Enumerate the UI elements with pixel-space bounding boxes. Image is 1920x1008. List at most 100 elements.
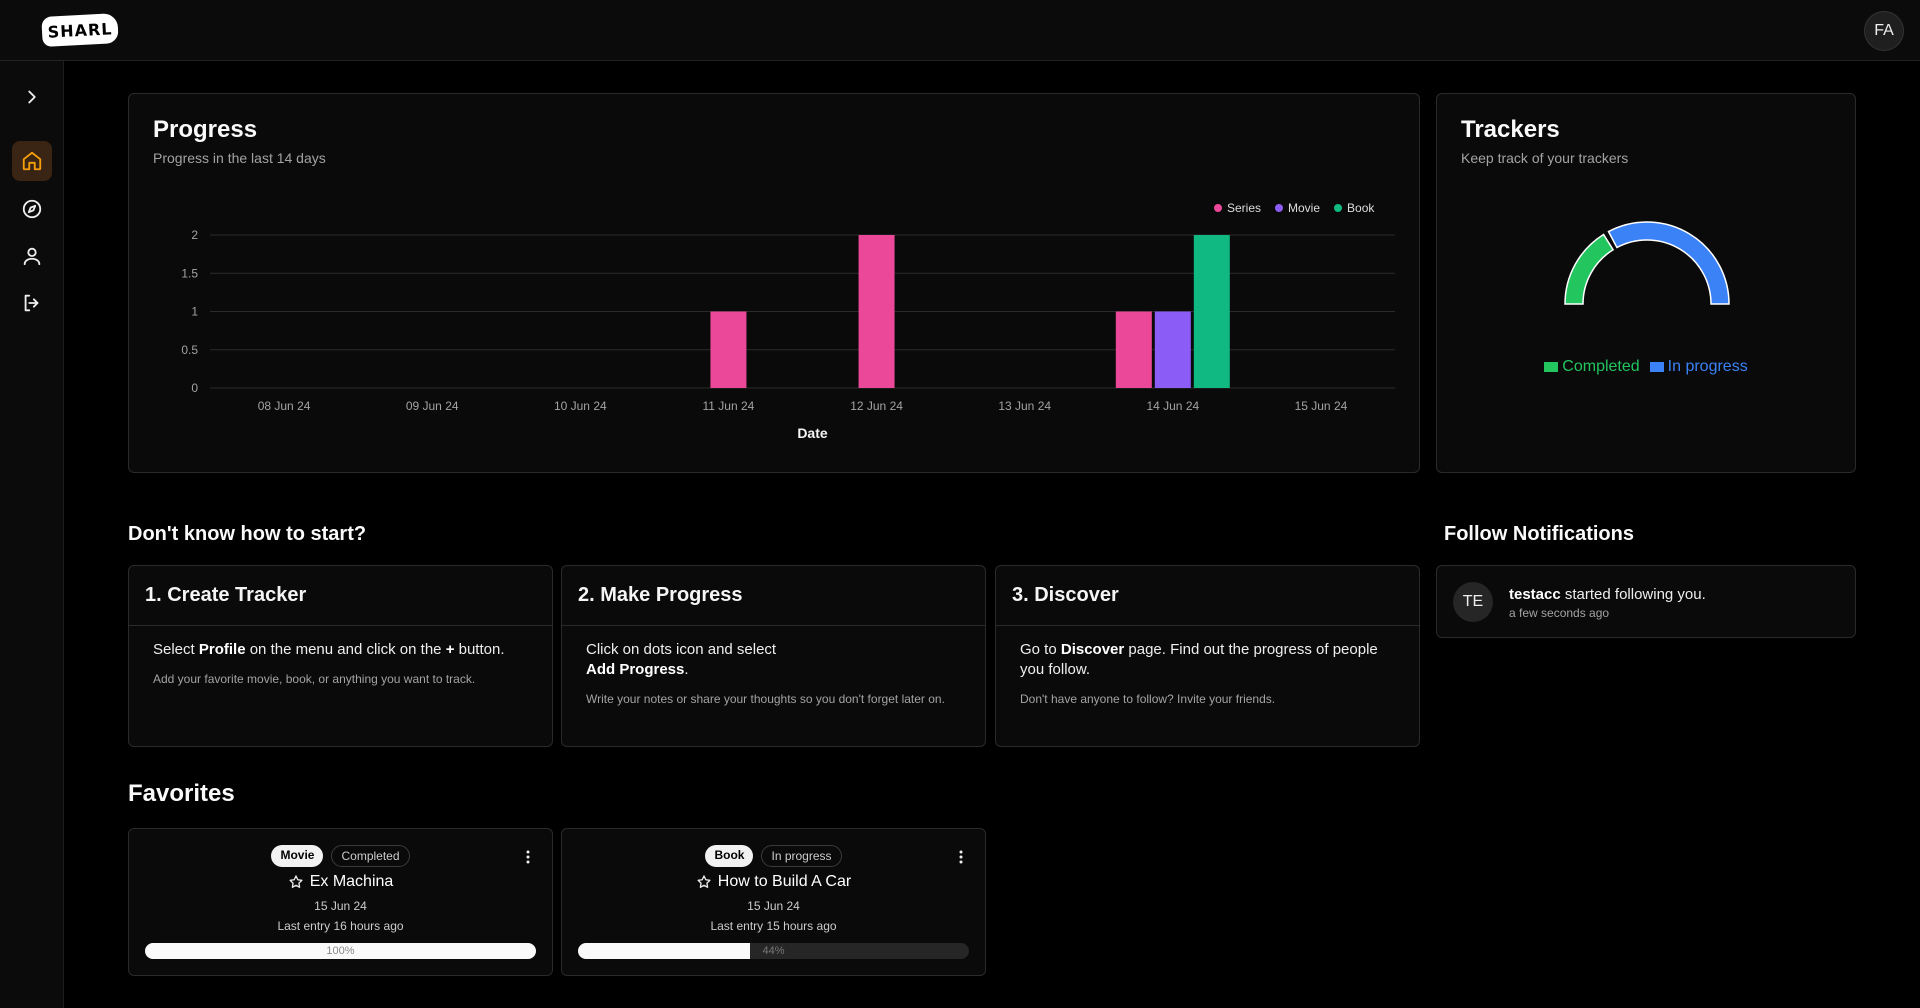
start-heading: Don't know how to start?: [128, 523, 367, 545]
legend-series[interactable]: Series: [1214, 201, 1261, 215]
favorite-badges: Movie Completed: [129, 845, 552, 867]
favorite-date: 15 Jun 24: [747, 899, 800, 913]
favorite-badges: Book In progress: [562, 845, 985, 867]
legend-movie-label: Movie: [1288, 201, 1321, 215]
bar-series-3[interactable]: [710, 311, 747, 389]
user-avatar[interactable]: FA: [1864, 11, 1904, 51]
trackers-legend: Completed In progress: [1437, 358, 1855, 376]
legend-book[interactable]: Book: [1334, 201, 1374, 215]
type-badge: Book: [705, 845, 754, 867]
notification-text: testacc started following you.: [1509, 586, 1706, 603]
step-hint: Add your favorite movie, book, or anythi…: [153, 672, 476, 686]
x-tick-label: 14 Jun 24: [1146, 399, 1199, 413]
more-options-button[interactable]: [953, 849, 969, 865]
step-card-header: 2. Make Progress: [562, 566, 985, 626]
bar-movie-6[interactable]: [1154, 311, 1191, 389]
legend-in-progress[interactable]: In progress: [1649, 358, 1748, 376]
x-tick-label: 15 Jun 24: [1295, 399, 1348, 413]
step-card-header: 1. Create Tracker: [129, 566, 552, 626]
legend-book-label: Book: [1347, 201, 1375, 215]
chevron-right-icon: [28, 90, 36, 104]
favorite-progress-bar: 44%: [578, 943, 969, 959]
x-tick-label: 09 Jun 24: [406, 399, 459, 413]
y-tick-label: 1: [191, 305, 198, 319]
progress-label: 44%: [762, 945, 785, 957]
favorite-last-entry: Last entry 15 hours ago: [710, 919, 837, 933]
nav-profile[interactable]: [12, 236, 52, 276]
progress-bar-chart: 0 0.5 1 1.5 2 08 Jun 24 09 Jun 24 10 Jun 24 11 J…: [181, 228, 1395, 441]
x-axis-label: Date: [797, 425, 828, 441]
legend-completed-swatch: [1544, 362, 1559, 372]
type-badge: Movie: [271, 845, 324, 867]
legend-in-progress-swatch: [1649, 362, 1664, 372]
step-title: 3. Discover: [1012, 584, 1119, 606]
notification-time: a few seconds ago: [1509, 606, 1610, 620]
favorite-card-ex-machina[interactable]: Movie Completed Ex Machina 15 Jun 24 Las…: [128, 828, 553, 976]
legend-in-progress-label: In progress: [1667, 358, 1748, 375]
progress-label: 100%: [326, 945, 355, 957]
step-text: Click on dots icon and select Add Progre…: [586, 641, 777, 678]
nav-logout[interactable]: [12, 283, 52, 323]
y-tick-label: 0: [191, 381, 198, 395]
favorite-title: Ex Machina: [129, 873, 552, 891]
step-text: Go to Discover page. Find out the progre…: [1020, 641, 1378, 678]
trackers-card: Trackers Keep track of your trackers Com…: [1436, 93, 1856, 473]
x-tick-label: 08 Jun 24: [258, 399, 311, 413]
dots-vertical-icon: [959, 850, 963, 864]
home-icon: [22, 151, 42, 171]
expand-sidebar-button[interactable]: [12, 77, 52, 117]
trackers-title: Trackers: [1461, 116, 1560, 143]
step-hint: Write your notes or share your thoughts …: [586, 692, 945, 706]
dots-vertical-icon: [526, 850, 530, 864]
legend-movie-swatch: [1275, 204, 1284, 212]
step-card-create-tracker: 1. Create Tracker Select Profile on the …: [128, 565, 553, 747]
bar-series-4[interactable]: [858, 235, 895, 388]
legend-movie[interactable]: Movie: [1275, 201, 1320, 215]
y-tick-label: 0.5: [181, 343, 198, 357]
step-title: 1. Create Tracker: [145, 584, 307, 606]
favorite-last-entry: Last entry 16 hours ago: [277, 919, 404, 933]
progress-subtitle: Progress in the last 14 days: [153, 150, 326, 166]
status-badge: In progress: [761, 845, 842, 867]
notifications-heading: Follow Notifications: [1444, 523, 1634, 545]
progress-title: Progress: [153, 116, 258, 143]
notification-avatar: TE: [1453, 582, 1493, 622]
step-title: 2. Make Progress: [578, 584, 743, 606]
compass-icon: [22, 199, 42, 219]
trackers-subtitle: Keep track of your trackers: [1461, 150, 1629, 166]
bar-series-6[interactable]: [1115, 311, 1152, 389]
bar-book-6[interactable]: [1193, 235, 1230, 388]
x-tick-label: 12 Jun 24: [850, 399, 903, 413]
legend-completed-label: Completed: [1562, 358, 1640, 375]
notification-item[interactable]: TE testacc started following you. a few …: [1436, 565, 1856, 638]
y-tick-label: 1.5: [181, 266, 198, 280]
favorite-title: How to Build A Car: [562, 873, 985, 891]
logo[interactable]: SHARL: [41, 13, 119, 47]
legend-book-swatch: [1334, 204, 1343, 212]
donut-slice-completed[interactable]: [1564, 233, 1615, 305]
star-icon[interactable]: [696, 874, 712, 890]
nav-discover[interactable]: [12, 189, 52, 229]
sidebar: [0, 61, 64, 1008]
x-tick-label: 11 Jun 24: [703, 399, 755, 413]
step-hint: Don't have anyone to follow? Invite your…: [1020, 692, 1276, 706]
favorite-card-how-to-build-a-car[interactable]: Book In progress How to Build A Car 15 J…: [561, 828, 986, 976]
chart-legend: Series Movie Book: [1214, 201, 1374, 215]
nav-home[interactable]: [12, 141, 52, 181]
favorite-date: 15 Jun 24: [314, 899, 367, 913]
legend-completed[interactable]: Completed: [1544, 358, 1640, 376]
step-card-make-progress: 2. Make Progress Click on dots icon and …: [561, 565, 986, 747]
x-tick-label: 13 Jun 24: [998, 399, 1051, 413]
favorites-heading: Favorites: [128, 780, 235, 807]
donut-slice-in-progress[interactable]: [1607, 221, 1730, 305]
legend-series-swatch: [1214, 204, 1222, 212]
y-tick-label: 2: [191, 228, 198, 242]
star-icon[interactable]: [288, 874, 304, 890]
step-card-header: 3. Discover: [996, 566, 1419, 626]
logout-icon: [24, 294, 39, 312]
top-bar: SHARL FA: [0, 0, 1920, 61]
x-tick-label: 10 Jun 24: [554, 399, 607, 413]
status-badge: Completed: [331, 845, 410, 867]
more-options-button[interactable]: [520, 849, 536, 865]
favorite-progress-bar: 100%: [145, 943, 536, 959]
